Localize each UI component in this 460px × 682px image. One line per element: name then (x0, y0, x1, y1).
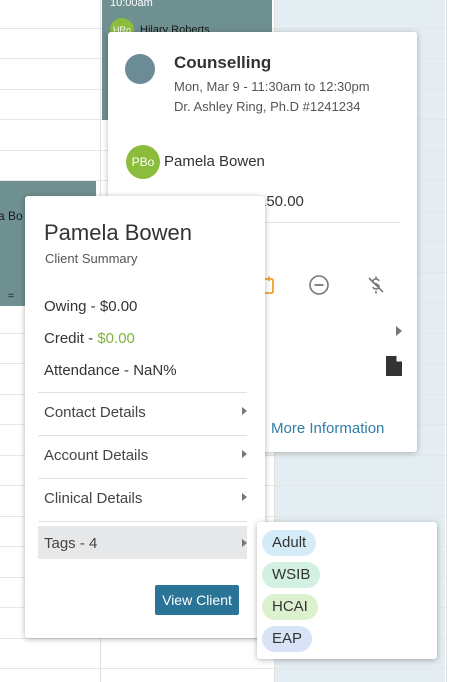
chevron-right-icon (242, 493, 247, 501)
grid-line (0, 668, 460, 669)
avatar[interactable]: PBo (126, 145, 160, 179)
row-label: Clinical Details (44, 490, 143, 507)
tag-pill: WSIB (262, 562, 321, 588)
chevron-right-icon[interactable] (395, 326, 403, 336)
tag-pill: EAP (262, 626, 313, 652)
appointment-practitioner: Dr. Ashley Ring, Ph.D #1241234 (174, 99, 361, 114)
credit-value: $0.00 (97, 330, 135, 347)
no-dollar-icon[interactable] (364, 273, 388, 297)
client-summary-name: Pamela Bowen (44, 220, 192, 245)
appointment-time: 10:00am (110, 0, 153, 9)
tag-pill: HCAI (262, 594, 318, 620)
client-summary-subtitle: Client Summary (45, 251, 138, 266)
client-summary-popover: Pamela Bowen Client Summary Owing - $0.0… (25, 196, 265, 638)
owing-value: $0.00 (99, 298, 138, 315)
row-label: Contact Details (44, 404, 146, 421)
contact-details-row[interactable]: Contact Details (38, 392, 247, 428)
more-information-link[interactable]: More Information (271, 420, 384, 437)
client-name-link[interactable]: Pamela Bowen (164, 153, 265, 170)
appointment-type-dot (125, 54, 155, 84)
row-label: Account Details (44, 447, 149, 464)
appointment-client-name: a Bo (0, 209, 23, 223)
document-icon[interactable] (385, 355, 403, 377)
credit-line: Credit - $0.00 (44, 330, 135, 347)
appointment-marker: = (8, 291, 14, 302)
clinical-details-row[interactable]: Clinical Details (38, 478, 247, 514)
minus-circle-icon[interactable] (307, 273, 331, 297)
owing-line: Owing - $0.00 (44, 298, 137, 315)
appointment-datetime: Mon, Mar 9 - 11:30am to 12:30pm (174, 79, 370, 94)
owing-label: Owing - (44, 298, 100, 315)
divider (258, 222, 400, 223)
calendar-edge-column (446, 0, 460, 682)
chevron-right-icon (242, 407, 247, 415)
appointment-title: Counselling (174, 53, 272, 72)
account-details-row[interactable]: Account Details (38, 435, 247, 471)
tags-popover: Adult WSIB HCAI EAP (257, 522, 437, 659)
tag-pill: Adult (262, 530, 317, 556)
attendance-line: Attendance - NaN% (44, 362, 177, 379)
credit-label: Credit - (44, 330, 98, 347)
row-label: Tags - 4 (44, 535, 98, 552)
chevron-right-icon (242, 539, 247, 547)
view-client-button[interactable]: View Client (155, 585, 239, 615)
divider (38, 521, 247, 522)
tags-row[interactable]: Tags - 4 (38, 526, 247, 559)
chevron-right-icon (242, 450, 247, 458)
